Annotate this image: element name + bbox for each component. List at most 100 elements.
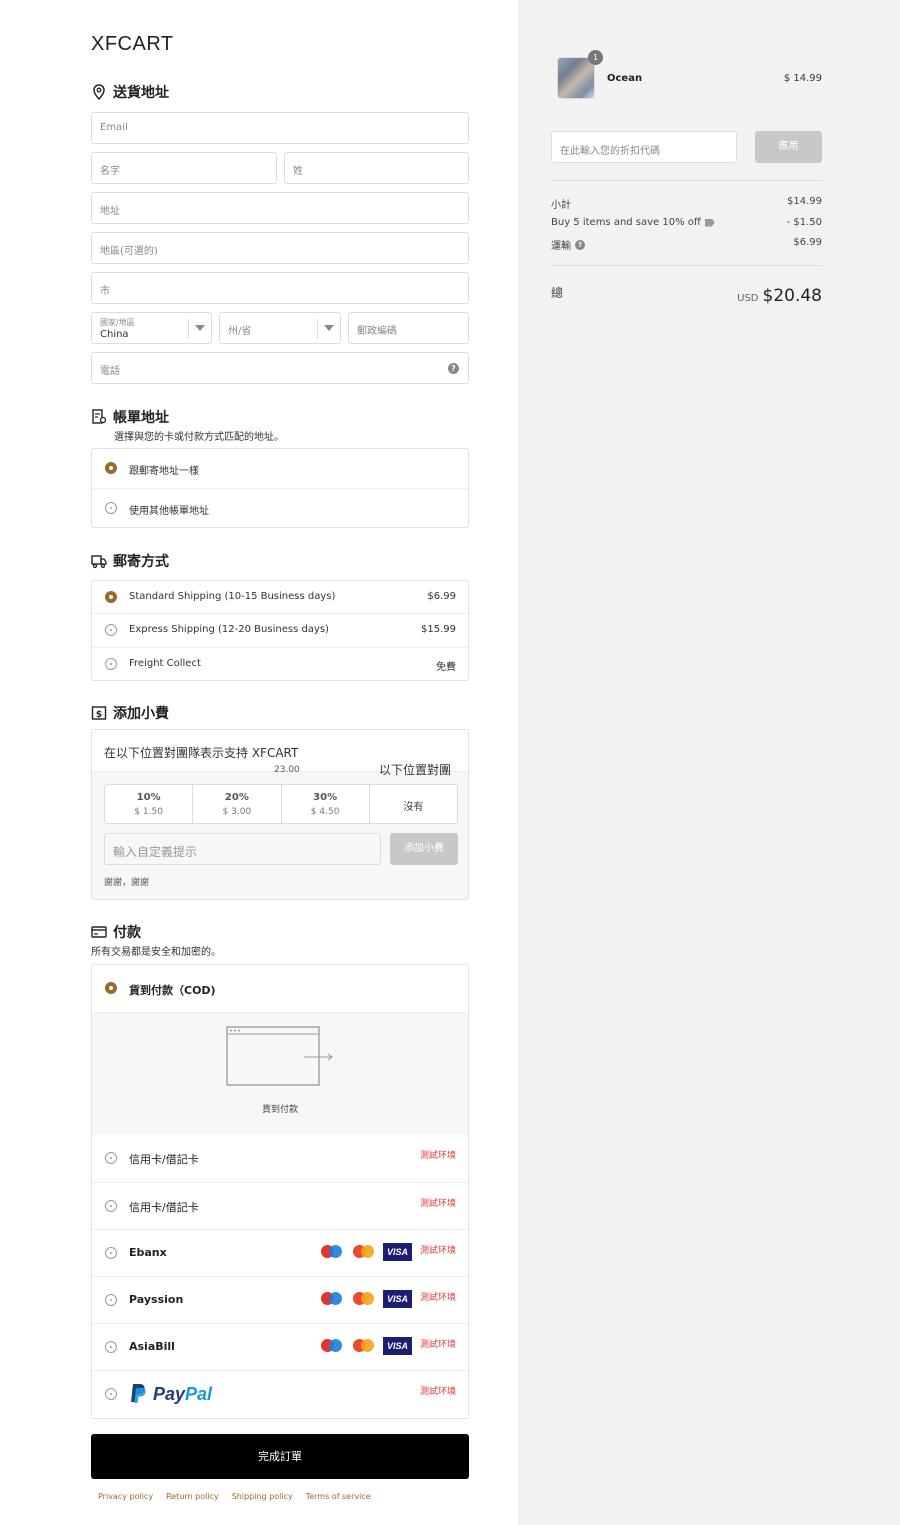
radio-unselected[interactable] xyxy=(105,1247,117,1259)
complete-order-button[interactable]: 完成訂單 xyxy=(91,1434,469,1479)
privacy-policy-link[interactable]: Privacy policy xyxy=(98,1492,153,1501)
tip-fragment-text: 以下位置對團 xyxy=(379,763,452,777)
payment-option-label: 信用卡/借記卡 xyxy=(129,1201,199,1214)
cod-caption: 貨到付款 xyxy=(261,1105,298,1115)
shipping-policy-link[interactable]: Shipping policy xyxy=(232,1492,293,1501)
summary-divider xyxy=(551,265,822,266)
location-pin-icon xyxy=(93,84,105,100)
phone-placeholder: 電話 xyxy=(100,366,120,377)
payment-option-card-2[interactable]: 信用卡/借記卡 測試环境 xyxy=(92,1182,468,1229)
help-icon[interactable]: ? xyxy=(448,363,459,374)
terms-of-service-link[interactable]: Terms of service xyxy=(306,1492,371,1501)
billing-heading: 帳單地址 xyxy=(91,407,169,427)
payment-option-ebanx[interactable]: Ebanx VISA 測試环境 xyxy=(92,1229,468,1276)
custom-tip-input[interactable]: 輸入自定義提示 xyxy=(104,833,381,865)
shipping-option-price: 免費 xyxy=(436,662,456,673)
shipping-option-freight[interactable]: Freight Collect 免費 xyxy=(92,648,468,681)
payment-option-card-1[interactable]: 信用卡/借記卡 測試环境 xyxy=(92,1135,468,1182)
maestro-icon xyxy=(319,1292,345,1306)
summary-divider xyxy=(551,180,822,181)
city-field[interactable]: 市 xyxy=(91,272,469,304)
tip-message-area: 在以下位置對團隊表示支持 XFCART 23.00 以下位置對團 xyxy=(92,730,468,777)
test-env-label: 測試环境 xyxy=(419,1340,456,1350)
paypal-logo: PayPal xyxy=(129,1383,212,1405)
tip-none-label: 沒有 xyxy=(403,802,424,813)
radio-unselected[interactable] xyxy=(105,1200,117,1212)
custom-tip-placeholder: 輸入自定義提示 xyxy=(113,845,198,859)
return-policy-link[interactable]: Return policy xyxy=(166,1492,219,1501)
help-icon[interactable]: ? xyxy=(575,239,585,250)
shipping-option-express[interactable]: Express Shipping (12-20 Business days) $… xyxy=(92,614,468,648)
shipping-option-price: $15.99 xyxy=(421,624,456,635)
payment-option-label: AsiaBill xyxy=(129,1340,175,1353)
mastercard-icon xyxy=(351,1292,377,1306)
email-placeholder: Email xyxy=(100,122,128,133)
svg-text:$: $ xyxy=(96,710,102,720)
test-env-label: 測試环境 xyxy=(419,1199,456,1209)
product-thumbnail xyxy=(557,57,595,99)
tip-option-10[interactable]: 10% $ 1.50 xyxy=(105,785,194,823)
payment-option-payssion[interactable]: Payssion VISA 測試环境 xyxy=(92,1276,468,1323)
discount-label-group: Buy 5 items and save 10% off xyxy=(551,217,715,228)
radio-unselected[interactable] xyxy=(105,658,117,670)
billing-document-icon xyxy=(92,409,107,424)
tip-option-30[interactable]: 30% $ 4.50 xyxy=(282,785,370,823)
tip-panel: 在以下位置對團隊表示支持 XFCART 23.00 以下位置對團 10% $ 1… xyxy=(91,729,469,900)
billing-option-other[interactable]: 使用其他帳單地址 xyxy=(92,489,468,528)
state-select[interactable]: 州/省 xyxy=(219,312,341,344)
radio-unselected[interactable] xyxy=(105,624,117,636)
tip-percent: 20% xyxy=(224,792,249,803)
mastercard-icon xyxy=(351,1339,377,1353)
shipping-method-title: 郵寄方式 xyxy=(113,554,169,570)
country-select[interactable]: 國家/地區 China xyxy=(91,312,212,344)
radio-unselected[interactable] xyxy=(105,1294,117,1306)
first-name-field[interactable]: 名字 xyxy=(91,152,277,184)
shipping-address-heading: 送貨地址 xyxy=(91,82,169,102)
payment-option-cod[interactable]: 貨到付款（COD) xyxy=(92,965,468,1012)
discount-value: - $1.50 xyxy=(786,217,822,228)
select-separator xyxy=(188,319,189,339)
last-name-field[interactable]: 姓 xyxy=(284,152,469,184)
total-amount: $20.48 xyxy=(762,286,822,306)
address-field[interactable]: 地址 xyxy=(91,192,469,224)
tip-option-20[interactable]: 20% $ 3.00 xyxy=(193,785,282,823)
tip-amount: $ 4.50 xyxy=(310,807,340,817)
maestro-icon xyxy=(319,1245,345,1259)
radio-unselected[interactable] xyxy=(105,1152,117,1164)
radio-unselected[interactable] xyxy=(105,502,117,514)
paypal-pal-text: Pal xyxy=(185,1383,213,1404)
test-env-label: 測試环境 xyxy=(419,1387,456,1397)
price-tag-icon xyxy=(704,218,715,227)
radio-selected[interactable] xyxy=(105,982,117,994)
payment-option-paypal[interactable]: PayPal 測試环境 xyxy=(92,1370,468,1418)
city-placeholder: 市 xyxy=(100,286,110,297)
chevron-down-icon xyxy=(324,325,334,331)
address2-field[interactable]: 地區(可選的) xyxy=(91,232,469,264)
radio-unselected[interactable] xyxy=(105,1388,117,1400)
first-name-placeholder: 名字 xyxy=(100,166,120,177)
paypal-pay-text: Pay xyxy=(153,1383,186,1404)
billing-option-same[interactable]: 跟郵寄地址一樣 xyxy=(92,449,468,489)
zip-field[interactable]: 郵政編碼 xyxy=(348,312,469,344)
card-logos: VISA xyxy=(319,1290,412,1308)
payment-option-label: Ebanx xyxy=(129,1246,167,1259)
tip-heading: $ 添加小費 xyxy=(91,703,169,723)
discount-code-input[interactable]: 在此輸入您的折扣代碼 xyxy=(551,131,737,163)
radio-selected[interactable] xyxy=(105,462,117,474)
phone-field[interactable]: 電話 ? xyxy=(91,352,469,384)
billing-options: 跟郵寄地址一樣 使用其他帳單地址 xyxy=(91,448,469,528)
payment-option-label: 貨到付款（COD) xyxy=(129,984,216,997)
tip-percent: 10% xyxy=(136,792,161,803)
tip-option-none[interactable]: 沒有 xyxy=(370,785,457,823)
payment-option-asiabill[interactable]: AsiaBill VISA 測試环境 xyxy=(92,1323,468,1370)
add-tip-button[interactable]: 添加小費 xyxy=(390,833,458,865)
apply-discount-button[interactable]: 應用 xyxy=(755,131,822,163)
radio-selected[interactable] xyxy=(105,591,117,603)
test-env-label: 測試环境 xyxy=(419,1151,456,1161)
email-field[interactable]: Email xyxy=(91,112,469,144)
tip-percent: 30% xyxy=(313,792,338,803)
product-name: Ocean xyxy=(607,73,643,84)
radio-unselected[interactable] xyxy=(105,1341,117,1353)
shipping-option-standard[interactable]: Standard Shipping (10-15 Business days) … xyxy=(92,581,468,614)
shipping-label-group: 運輸 ? xyxy=(551,237,585,252)
